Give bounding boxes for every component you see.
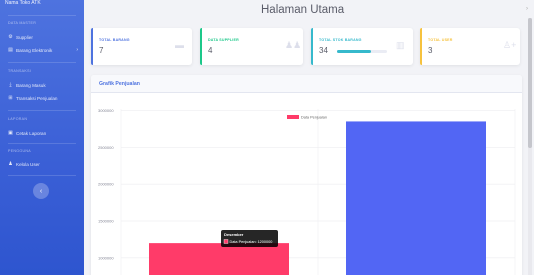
bar-0 xyxy=(149,243,289,275)
card-value: 4 xyxy=(208,46,213,55)
chart-title: Grafik Penjualan xyxy=(99,81,140,87)
sidebar-item-label: Barang Elektronik xyxy=(16,47,53,53)
sidebar-item-label: Transaksi Penjualan xyxy=(16,95,58,101)
stock-progress-fill xyxy=(337,50,371,53)
users-icon: ♟ xyxy=(8,160,13,167)
card-label: TOTAL USER xyxy=(428,38,453,42)
sidebar-item-transaksi-penjualan[interactable]: ⊞ Transaksi Penjualan xyxy=(8,93,78,103)
chevron-left-icon: ‹ xyxy=(39,187,43,195)
card-total-user: TOTAL USER 3 ♙+ xyxy=(420,28,520,65)
card-total-barang: TOTAL BARANG 7 ▬ xyxy=(91,28,192,65)
card-total-stok-barang: TOTAL STOK BARANG 34 ▥ xyxy=(311,28,413,65)
users-icon: ♟♟ xyxy=(285,40,302,50)
sidebar-divider xyxy=(8,15,76,16)
sidebar-heading-laporan: LAPORAN xyxy=(8,117,28,121)
box-icon: ▥ xyxy=(396,40,405,50)
legend-swatch xyxy=(287,115,299,119)
truck-icon: ⚙ xyxy=(8,33,13,40)
sidebar: Nama Toko ATK DATA MASTER ⚙ Supplier ▤ B… xyxy=(0,0,84,275)
card-data-supplier: DATA SUPPLIER 4 ♟♟ xyxy=(200,28,303,65)
sidebar-toggle-button[interactable]: ‹ xyxy=(33,183,49,199)
sidebar-divider xyxy=(8,175,76,176)
sidebar-heading-transaksi: TRANSAKSI xyxy=(8,69,32,73)
card-value: 34 xyxy=(319,46,328,55)
legend-label: Data Penjualan xyxy=(301,116,327,120)
print-icon: ▣ xyxy=(8,129,13,136)
chart-card: Grafik Penjualan 1000000 1500000 2000000 25… xyxy=(91,75,522,275)
download-icon: ⤓ xyxy=(9,81,12,88)
sidebar-heading-data-master: DATA MASTER xyxy=(8,21,37,25)
sidebar-item-barang-elektronik[interactable]: ▤ Barang Elektronik › xyxy=(8,45,78,55)
sidebar-item-label: Barang Masuk xyxy=(16,82,46,88)
card-accent-bar xyxy=(311,28,313,65)
card-accent-bar xyxy=(200,28,202,65)
card-value: 3 xyxy=(428,46,433,55)
cart-icon: ⊞ xyxy=(8,94,13,101)
sidebar-item-label: Kelola User xyxy=(16,161,40,167)
card-label: TOTAL BARANG xyxy=(99,38,130,42)
tooltip-text: Data Penjualan: 1200000 xyxy=(230,240,273,244)
user-plus-icon: ♙+ xyxy=(503,40,517,50)
sidebar-brand[interactable]: Nama Toko ATK xyxy=(5,0,41,6)
chart-header: Grafik Penjualan xyxy=(91,75,522,93)
y-tick-label: 3000000 xyxy=(98,108,114,113)
stock-progress-bar xyxy=(337,50,387,53)
y-tick-label: 2000000 xyxy=(98,182,114,187)
card-accent-bar xyxy=(91,28,93,65)
box-icon: ▤ xyxy=(8,46,13,53)
sidebar-item-cetak-laporan[interactable]: ▣ Cetak Laporan xyxy=(8,128,78,138)
sidebar-heading-pengguna: PENGGUNA xyxy=(8,149,31,153)
tooltip-title: Desember xyxy=(224,232,244,237)
sidebar-divider xyxy=(8,143,76,144)
sales-chart: 1000000 1500000 2000000 2500000 3000000 Data … xyxy=(98,108,516,275)
y-tick-label: 1500000 xyxy=(98,219,114,224)
sidebar-item-supplier[interactable]: ⚙ Supplier xyxy=(8,32,78,42)
card-value: 7 xyxy=(99,46,104,55)
page-title: Halaman Utama xyxy=(261,4,345,16)
y-tick-label: 2500000 xyxy=(98,145,114,150)
page-scrollbar[interactable] xyxy=(528,18,532,275)
bar-1 xyxy=(346,121,486,275)
sidebar-item-label: Cetak Laporan xyxy=(16,130,47,136)
chevron-right-icon: › xyxy=(76,47,78,53)
folder-icon: ▬ xyxy=(175,40,184,50)
card-label: TOTAL STOK BARANG xyxy=(319,38,362,42)
sidebar-item-kelola-user[interactable]: ♟ Kelola User xyxy=(8,159,78,169)
card-accent-bar xyxy=(420,28,422,65)
sidebar-item-label: Supplier xyxy=(16,34,33,40)
sidebar-item-barang-masuk[interactable]: ⤓ Barang Masuk xyxy=(8,80,78,90)
sidebar-divider xyxy=(8,62,76,63)
card-label: DATA SUPPLIER xyxy=(208,38,239,42)
sidebar-divider xyxy=(8,110,76,111)
tooltip-swatch xyxy=(223,239,229,244)
y-tick-label: 1000000 xyxy=(98,255,114,260)
scrollbar-thumb[interactable] xyxy=(528,18,532,148)
chevron-right-icon[interactable]: › xyxy=(526,6,529,14)
